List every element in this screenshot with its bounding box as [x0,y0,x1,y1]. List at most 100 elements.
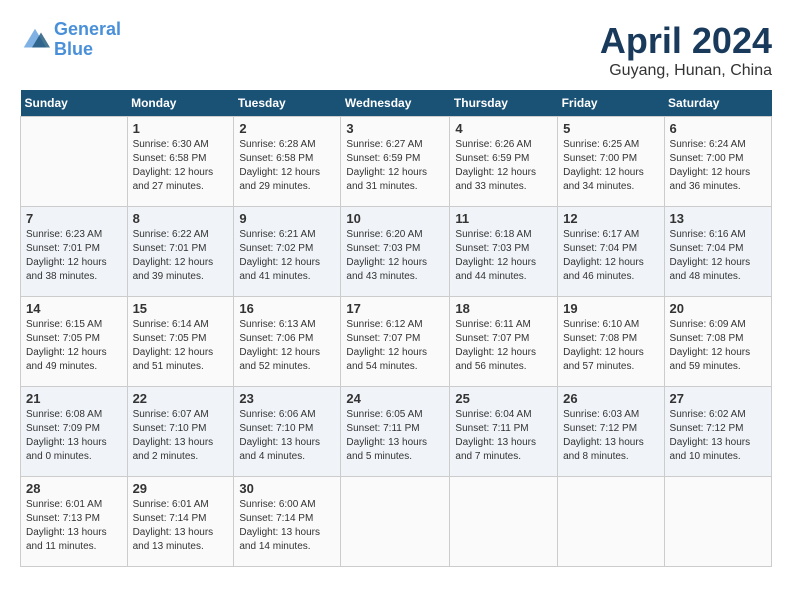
day-info: Sunrise: 6:00 AM Sunset: 7:14 PM Dayligh… [239,498,335,554]
calendar-week-3: 14 Sunrise: 6:15 AM Sunset: 7:05 PM Dayli… [21,297,772,387]
calendar-cell: 14 Sunrise: 6:15 AM Sunset: 7:05 PM Dayli… [21,297,128,387]
calendar-cell: 17 Sunrise: 6:12 AM Sunset: 7:07 PM Dayli… [341,297,450,387]
calendar-cell: 28 Sunrise: 6:01 AM Sunset: 7:13 PM Dayli… [21,477,128,567]
day-info: Sunrise: 6:08 AM Sunset: 7:09 PM Dayligh… [26,408,122,464]
calendar-cell: 23Sunrise: 6:06 AM Sunset: 7:10 PM Dayli… [234,387,341,477]
calendar-cell: 10Sunrise: 6:20 AM Sunset: 7:03 PM Dayli… [341,207,450,297]
calendar-cell [450,477,558,567]
day-info: Sunrise: 6:03 AM Sunset: 7:12 PM Dayligh… [563,408,658,464]
weekday-thursday: Thursday [450,90,558,117]
day-number: 30 [239,481,335,496]
calendar-cell: 27 Sunrise: 6:02 AM Sunset: 7:12 PM Dayli… [664,387,771,477]
weekday-monday: Monday [127,90,234,117]
calendar-cell: 1 Sunrise: 6:30 AM Sunset: 6:58 PM Daylig… [127,117,234,207]
calendar-cell: 21 Sunrise: 6:08 AM Sunset: 7:09 PM Dayli… [21,387,128,477]
day-info: Sunrise: 6:01 AM Sunset: 7:14 PM Dayligh… [133,498,229,554]
weekday-friday: Friday [558,90,664,117]
day-number: 13 [670,211,766,226]
logo: General Blue [20,20,121,60]
day-info: Sunrise: 6:26 AM Sunset: 6:59 PM Dayligh… [455,138,552,194]
calendar-table: SundayMondayTuesdayWednesdayThursdayFrid… [20,90,772,567]
calendar-body: 1 Sunrise: 6:30 AM Sunset: 6:58 PM Daylig… [21,117,772,567]
day-number: 23 [239,391,335,406]
calendar-cell [341,477,450,567]
month-title: April 2024 [600,20,772,62]
day-info: Sunrise: 6:23 AM Sunset: 7:01 PM Dayligh… [26,228,122,284]
calendar-cell [21,117,128,207]
calendar-cell: 20 Sunrise: 6:09 AM Sunset: 7:08 PM Dayli… [664,297,771,387]
day-number: 19 [563,301,658,316]
day-info: Sunrise: 6:05 AM Sunset: 7:11 PM Dayligh… [346,408,444,464]
calendar-cell: 8 Sunrise: 6:22 AM Sunset: 7:01 PM Daylig… [127,207,234,297]
day-number: 2 [239,121,335,136]
logo-icon [20,25,50,55]
day-info: Sunrise: 6:01 AM Sunset: 7:13 PM Dayligh… [26,498,122,554]
day-number: 8 [133,211,229,226]
day-number: 12 [563,211,658,226]
day-number: 11 [455,211,552,226]
day-number: 21 [26,391,122,406]
calendar-cell: 18 Sunrise: 6:11 AM Sunset: 7:07 PM Dayli… [450,297,558,387]
calendar-cell: 15Sunrise: 6:14 AM Sunset: 7:05 PM Dayli… [127,297,234,387]
calendar-cell: 7 Sunrise: 6:23 AM Sunset: 7:01 PM Daylig… [21,207,128,297]
day-info: Sunrise: 6:10 AM Sunset: 7:08 PM Dayligh… [563,318,658,374]
day-info: Sunrise: 6:07 AM Sunset: 7:10 PM Dayligh… [133,408,229,464]
calendar-cell: 9Sunrise: 6:21 AM Sunset: 7:02 PM Daylig… [234,207,341,297]
day-number: 1 [133,121,229,136]
day-info: Sunrise: 6:18 AM Sunset: 7:03 PM Dayligh… [455,228,552,284]
calendar-cell: 11 Sunrise: 6:18 AM Sunset: 7:03 PM Dayli… [450,207,558,297]
page-header: General Blue April 2024 Guyang, Hunan, C… [20,20,772,80]
day-info: Sunrise: 6:12 AM Sunset: 7:07 PM Dayligh… [346,318,444,374]
day-number: 29 [133,481,229,496]
day-number: 15 [133,301,229,316]
day-number: 22 [133,391,229,406]
day-number: 4 [455,121,552,136]
day-info: Sunrise: 6:13 AM Sunset: 7:06 PM Dayligh… [239,318,335,374]
day-info: Sunrise: 6:30 AM Sunset: 6:58 PM Dayligh… [133,138,229,194]
calendar-week-2: 7 Sunrise: 6:23 AM Sunset: 7:01 PM Daylig… [21,207,772,297]
calendar-cell [558,477,664,567]
day-number: 18 [455,301,552,316]
calendar-cell: 19 Sunrise: 6:10 AM Sunset: 7:08 PM Dayli… [558,297,664,387]
logo-text: General Blue [54,20,121,60]
day-info: Sunrise: 6:25 AM Sunset: 7:00 PM Dayligh… [563,138,658,194]
weekday-wednesday: Wednesday [341,90,450,117]
day-number: 9 [239,211,335,226]
weekday-header-row: SundayMondayTuesdayWednesdayThursdayFrid… [21,90,772,117]
day-info: Sunrise: 6:16 AM Sunset: 7:04 PM Dayligh… [670,228,766,284]
calendar-cell: 30 Sunrise: 6:00 AM Sunset: 7:14 PM Dayli… [234,477,341,567]
calendar-header: SundayMondayTuesdayWednesdayThursdayFrid… [21,90,772,117]
calendar-cell [664,477,771,567]
day-info: Sunrise: 6:11 AM Sunset: 7:07 PM Dayligh… [455,318,552,374]
day-number: 5 [563,121,658,136]
day-info: Sunrise: 6:09 AM Sunset: 7:08 PM Dayligh… [670,318,766,374]
calendar-week-5: 28 Sunrise: 6:01 AM Sunset: 7:13 PM Dayli… [21,477,772,567]
logo-blue: Blue [54,39,93,59]
day-number: 20 [670,301,766,316]
day-info: Sunrise: 6:28 AM Sunset: 6:58 PM Dayligh… [239,138,335,194]
day-info: Sunrise: 6:15 AM Sunset: 7:05 PM Dayligh… [26,318,122,374]
calendar-cell: 4 Sunrise: 6:26 AM Sunset: 6:59 PM Daylig… [450,117,558,207]
calendar-cell: 22 Sunrise: 6:07 AM Sunset: 7:10 PM Dayli… [127,387,234,477]
day-number: 28 [26,481,122,496]
logo-general: General [54,19,121,39]
day-info: Sunrise: 6:17 AM Sunset: 7:04 PM Dayligh… [563,228,658,284]
calendar-cell: 6Sunrise: 6:24 AM Sunset: 7:00 PM Daylig… [664,117,771,207]
calendar-cell: 13 Sunrise: 6:16 AM Sunset: 7:04 PM Dayli… [664,207,771,297]
day-number: 14 [26,301,122,316]
day-number: 27 [670,391,766,406]
day-info: Sunrise: 6:24 AM Sunset: 7:00 PM Dayligh… [670,138,766,194]
weekday-saturday: Saturday [664,90,771,117]
title-block: April 2024 Guyang, Hunan, China [600,20,772,80]
day-number: 17 [346,301,444,316]
day-number: 7 [26,211,122,226]
day-info: Sunrise: 6:20 AM Sunset: 7:03 PM Dayligh… [346,228,444,284]
calendar-week-1: 1 Sunrise: 6:30 AM Sunset: 6:58 PM Daylig… [21,117,772,207]
weekday-sunday: Sunday [21,90,128,117]
calendar-cell: 12 Sunrise: 6:17 AM Sunset: 7:04 PM Dayli… [558,207,664,297]
day-info: Sunrise: 6:22 AM Sunset: 7:01 PM Dayligh… [133,228,229,284]
weekday-tuesday: Tuesday [234,90,341,117]
day-info: Sunrise: 6:02 AM Sunset: 7:12 PM Dayligh… [670,408,766,464]
day-number: 16 [239,301,335,316]
calendar-cell: 16 Sunrise: 6:13 AM Sunset: 7:06 PM Dayli… [234,297,341,387]
